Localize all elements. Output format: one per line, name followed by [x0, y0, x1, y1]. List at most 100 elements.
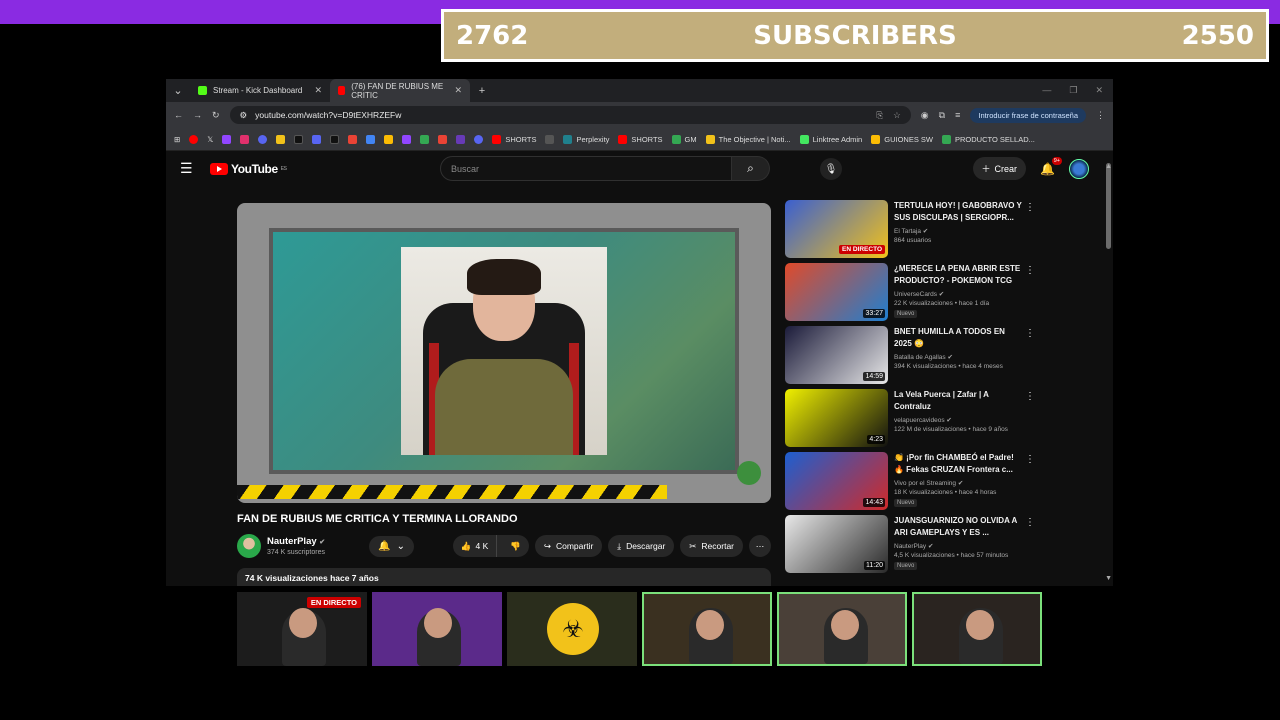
recommendation-item[interactable]: 33:27 ¿MERECE LA PENA ABRIR ESTE PRODUCTO…	[785, 263, 1035, 325]
bookmark-slides-icon[interactable]	[384, 134, 394, 144]
bookmark-the-objective[interactable]: The Objective | Noti...	[705, 134, 791, 144]
close-tab-icon[interactable]: ✕	[454, 85, 462, 96]
channel-name[interactable]: NauterPlay ✔	[267, 536, 325, 547]
search-icon[interactable]: ⌕	[732, 156, 770, 181]
bookmark-google-icon[interactable]	[348, 134, 358, 144]
close-tab-icon[interactable]: ✕	[314, 85, 322, 96]
recommendation-channel[interactable]: Vivo por el Streaming ✔	[894, 479, 1022, 487]
install-icon[interactable]: ⎘	[876, 110, 883, 121]
clip-button[interactable]: ✂ Recortar	[680, 535, 743, 557]
subscription-bell-button[interactable]: 🔔 ⌄	[369, 535, 414, 557]
maximize-icon[interactable]: ❐	[1069, 85, 1077, 96]
bookmark-instagram-icon[interactable]	[240, 134, 250, 144]
close-window-icon[interactable]: ✕	[1095, 85, 1103, 96]
bookmark-linktree[interactable]: Linktree Admin	[799, 134, 862, 144]
recommendation-title[interactable]: TERTULIA HOY! | GABOBRAVO Y SUS DISCULPA…	[894, 200, 1022, 224]
bookmark-sheets-icon[interactable]	[420, 134, 430, 144]
omnibox[interactable]: ⚙ youtube.com/watch?v=D9tEXHRZEFw ⎘ ☆	[229, 106, 911, 124]
bookmark-gm[interactable]: GM	[671, 134, 697, 144]
download-button[interactable]: ⤓ Descargar	[608, 535, 675, 557]
video-player[interactable]	[237, 203, 771, 503]
bookmark-doc-icon[interactable]	[545, 134, 555, 144]
recommendation-item[interactable]: 14:43 👏 ¡Por fin CHAMBEÓ el Padre! 🔥 Feka…	[785, 452, 1035, 514]
reload-icon[interactable]: ↻	[212, 110, 220, 121]
recommendation-title[interactable]: ¿MERECE LA PENA ABRIR ESTE PRODUCTO? - P…	[894, 263, 1022, 287]
recommendation-thumbnail[interactable]: 14:43	[785, 452, 888, 510]
bookmark-site-icon[interactable]	[330, 134, 340, 144]
recommendation-channel[interactable]: velapuercavideos ✔	[894, 416, 1022, 424]
tab-kick[interactable]: Stream - Kick Dashboard ✕	[190, 79, 330, 102]
bookmark-producto[interactable]: PRODUCTO SELLAD...	[942, 134, 1035, 144]
page-scrollbar[interactable]	[1106, 163, 1111, 249]
media-icon[interactable]: ≡	[955, 110, 960, 120]
like-button[interactable]: 👍 4 K	[453, 535, 498, 557]
more-options-icon[interactable]: ⋮	[1025, 517, 1035, 528]
recommendation-title[interactable]: La Vela Puerca | Zafar | A Contraluz	[894, 389, 1022, 413]
bookmark-shorts-2[interactable]: SHORTS	[618, 134, 663, 144]
recommendation-thumbnail[interactable]: 14:59	[785, 326, 888, 384]
notifications-bell-icon[interactable]: 🔔 9+	[1040, 156, 1062, 176]
bookmark-tiktok-icon[interactable]	[294, 134, 304, 144]
bookmark-youtube-icon[interactable]	[189, 134, 199, 144]
bookmark-discord-icon[interactable]	[258, 134, 268, 144]
more-actions-button[interactable]: ⋯	[749, 535, 771, 557]
recommendation-title[interactable]: BNET HUMILLA A TODOS EN 2025 😳	[894, 326, 1022, 350]
recommendation-title[interactable]: JUANSGUARNIZO NO OLVIDA A ARI GAMEPLAYS …	[894, 515, 1022, 539]
search-input[interactable]: Buscar	[440, 156, 732, 181]
bookmark-twitch-icon[interactable]	[222, 134, 232, 144]
bookmark-x2-icon[interactable]	[402, 134, 412, 144]
recommendation-thumbnail[interactable]: 33:27	[785, 263, 888, 321]
bookmark-chat-icon[interactable]	[474, 134, 484, 144]
tab-youtube[interactable]: (76) FAN DE RUBIUS ME CRITIC ✕	[330, 79, 470, 102]
bookmark-e-icon[interactable]	[276, 134, 286, 144]
bookmark-twitch-2-icon[interactable]	[312, 134, 322, 144]
apps-icon[interactable]: ⊞	[174, 135, 180, 144]
mic-icon[interactable]: 🎙	[820, 158, 842, 180]
description-box[interactable]: 74 K visualizaciones hace 7 años	[237, 568, 771, 586]
password-pill[interactable]: Introducir frase de contraseña	[970, 107, 1086, 123]
recommendation-thumbnail[interactable]: 4:23	[785, 389, 888, 447]
recommendation-channel[interactable]: UniverseCards ✔	[894, 290, 1022, 298]
recommendation-title[interactable]: 👏 ¡Por fin CHAMBEÓ el Padre! 🔥 Fekas CRU…	[894, 452, 1022, 476]
bookmark-purple-icon[interactable]	[456, 134, 466, 144]
scroll-down-icon[interactable]: ▼	[1105, 575, 1112, 582]
extension-icon[interactable]: ◉	[921, 110, 929, 121]
channel-avatar[interactable]	[237, 534, 261, 558]
new-tab-icon[interactable]: +	[470, 85, 494, 97]
recommendation-item[interactable]: 14:59 BNET HUMILLA A TODOS EN 2025 😳 Batal…	[785, 326, 1035, 388]
more-options-icon[interactable]: ⋮	[1025, 454, 1035, 465]
more-options-icon[interactable]: ⋮	[1025, 391, 1035, 402]
more-options-icon[interactable]: ⋮	[1025, 328, 1035, 339]
bookmark-gmail-icon[interactable]	[438, 134, 448, 144]
scroll-up-icon[interactable]: ▲	[1105, 163, 1112, 170]
recommendation-thumbnail[interactable]: 11:20	[785, 515, 888, 573]
recommendation-channel[interactable]: El Tartaja ✔	[894, 227, 1022, 235]
extensions-puzzle-icon[interactable]: ⧉	[939, 110, 945, 121]
bookmark-drive-icon[interactable]	[366, 134, 376, 144]
bookmark-star-icon[interactable]: ☆	[893, 110, 901, 121]
minimize-icon[interactable]: —	[1042, 85, 1051, 96]
recommendation-channel[interactable]: NauterPlay ✔	[894, 542, 1022, 550]
more-options-icon[interactable]: ⋮	[1025, 265, 1035, 276]
recommendation-thumbnail[interactable]: EN DIRECTO	[785, 200, 888, 258]
share-button[interactable]: ↪ Compartir	[534, 535, 603, 557]
bookmark-shorts-1[interactable]: SHORTS	[492, 134, 536, 144]
dislike-button[interactable]: 👎	[502, 541, 529, 552]
menu-icon[interactable]: ☰	[180, 160, 210, 177]
youtube-logo[interactable]: YouTube ES	[210, 162, 287, 176]
more-options-icon[interactable]: ⋮	[1025, 202, 1035, 213]
browser-menu-icon[interactable]: ⋮	[1096, 110, 1105, 121]
recommendation-item[interactable]: EN DIRECTO TERTULIA HOY! | GABOBRAVO Y SU…	[785, 200, 1035, 262]
back-icon[interactable]: ←	[174, 110, 183, 120]
recommendation-channel[interactable]: Batalla de Agallas ✔	[894, 353, 1022, 361]
forward-icon[interactable]: →	[193, 110, 202, 120]
bookmark-guiones[interactable]: GUIONES SW	[871, 134, 933, 144]
bookmark-x-icon[interactable]: 𝕏	[207, 135, 213, 144]
tab-search-icon[interactable]: ⌄	[166, 84, 190, 97]
recommendation-item[interactable]: 4:23 La Vela Puerca | Zafar | A Contraluz…	[785, 389, 1035, 451]
recommendation-item[interactable]: 11:20 JUANSGUARNIZO NO OLVIDA A ARI GAMEP…	[785, 515, 1035, 577]
user-avatar[interactable]	[1069, 158, 1089, 179]
bookmark-perplexity[interactable]: Perplexity	[563, 134, 609, 144]
site-info-icon[interactable]: ⚙	[240, 110, 248, 121]
create-button[interactable]: ＋ Crear	[972, 157, 1027, 180]
